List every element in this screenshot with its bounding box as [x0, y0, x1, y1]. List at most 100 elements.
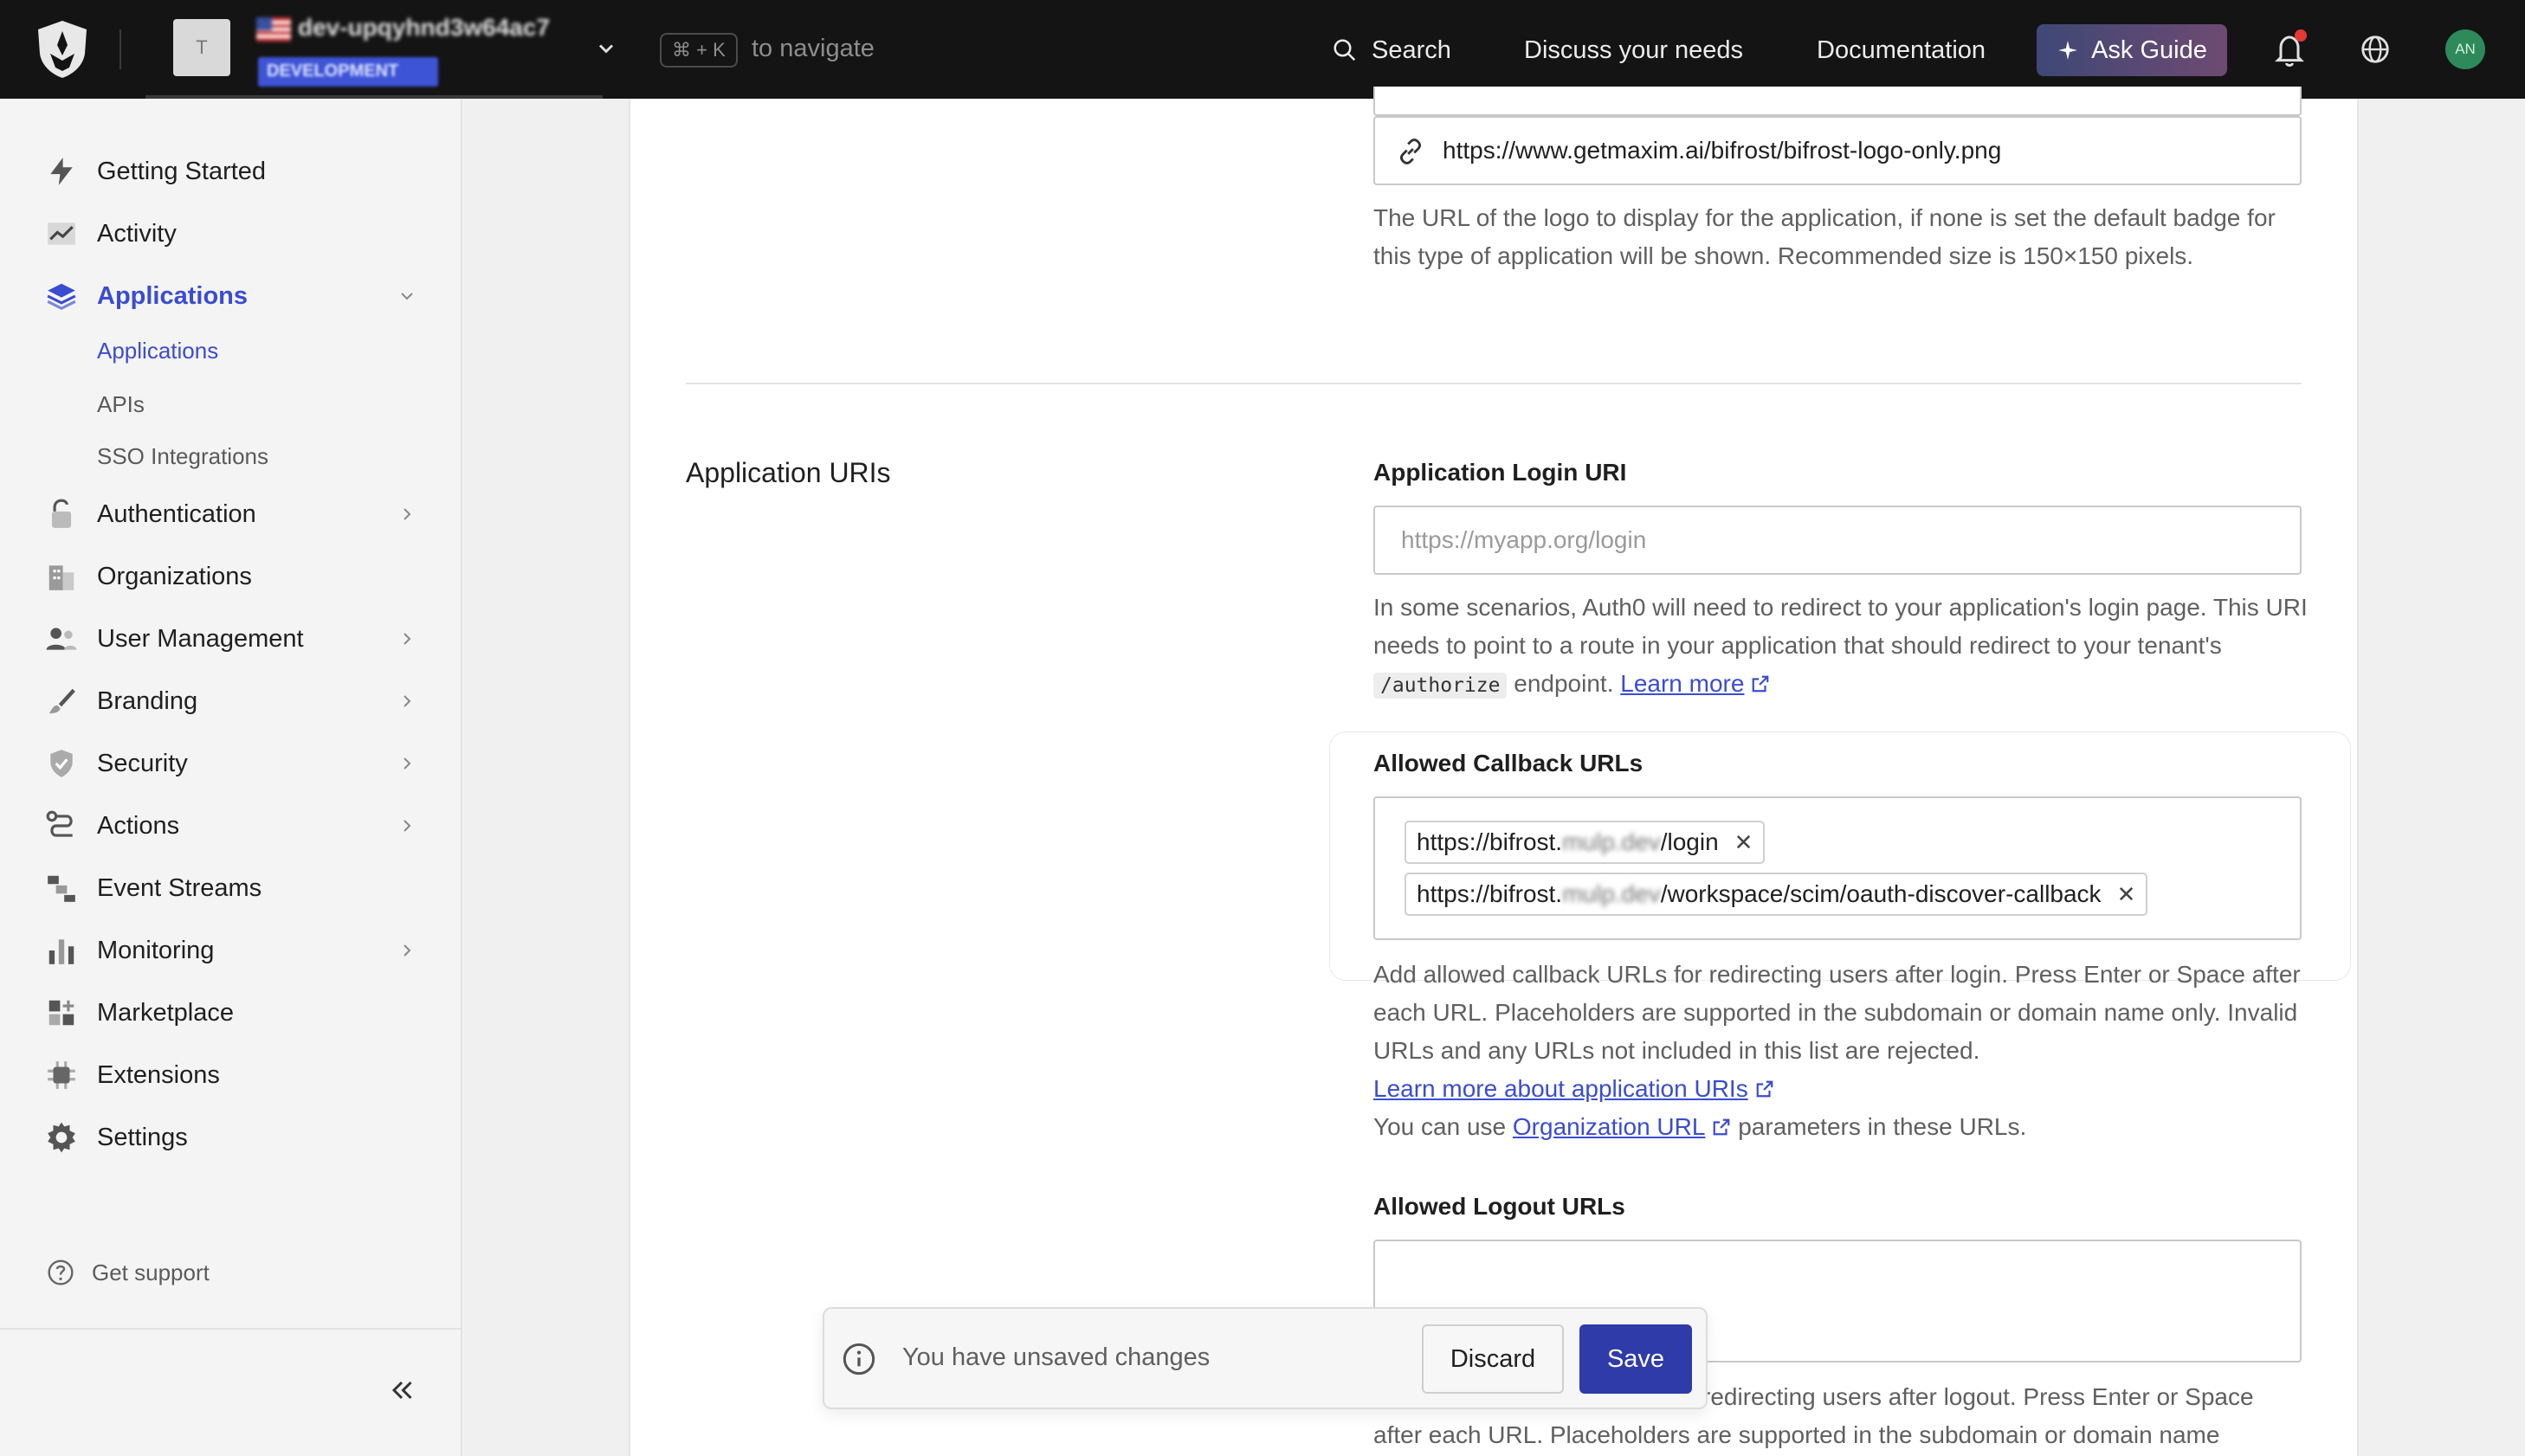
learn-more-uris-link[interactable]: Learn more about application URIs: [1373, 1075, 1774, 1102]
login-uri-placeholder: https://myapp.org/login: [1401, 526, 1647, 553]
login-help-text: In some scenarios, Auth0 will need to re…: [1373, 594, 2308, 659]
shortcut-label: to navigate: [752, 35, 875, 62]
flow-icon: [46, 810, 73, 837]
sidebar-item-label: Monitoring: [97, 936, 215, 964]
section-divider: [686, 383, 2302, 384]
sidebar-item-organizations[interactable]: Organizations: [0, 551, 462, 602]
logout-help-line1: redirecting users after logout. Press En…: [1702, 1383, 2254, 1410]
sidebar-item-applications[interactable]: Applications: [0, 270, 462, 322]
chevron-down-icon: [401, 293, 413, 300]
login-uri-label: Application Login URI: [1373, 459, 1627, 486]
chevron-down-icon[interactable]: [594, 36, 618, 61]
sidebar-divider: [0, 1328, 462, 1330]
discard-button[interactable]: Discard: [1422, 1324, 1564, 1394]
logo-url-field[interactable]: https://www.getmaxim.ai/bifrost/bifrost-…: [1373, 116, 2302, 185]
region-flag-icon: [256, 16, 291, 42]
sidebar-item-label: Settings: [97, 1123, 188, 1151]
lock-icon: [51, 499, 72, 528]
discuss-needs-link[interactable]: Discuss your needs: [1524, 31, 1743, 69]
chevron-right-icon: [404, 695, 411, 707]
callback-help-text: Add allowed callback URLs for redirectin…: [1373, 961, 2301, 1064]
user-avatar[interactable]: AN: [2445, 29, 2485, 69]
sidebar-item-label: Extensions: [97, 1060, 220, 1089]
chip-url-prefix: https://bifrost.: [1417, 828, 1563, 855]
learn-more-uris-label: Learn more about application URIs: [1373, 1075, 1748, 1102]
sidebar-item-extensions[interactable]: Extensions: [0, 1049, 462, 1101]
get-support-label: Get support: [92, 1259, 210, 1285]
sidebar-item-label: Event Streams: [97, 873, 262, 902]
sidebar-item-actions[interactable]: Actions: [0, 800, 462, 852]
sidebar-item-event-streams[interactable]: Event Streams: [0, 862, 462, 914]
chip-url-suffix: /login: [1660, 828, 1719, 855]
logo-url-value: https://www.getmaxim.ai/bifrost/bifrost-…: [1443, 137, 2002, 164]
sidebar-subitem-applications[interactable]: Applications: [97, 338, 218, 364]
chip-url-prefix: https://bifrost.: [1417, 880, 1563, 907]
sidebar-subitem-apis[interactable]: APIs: [97, 391, 145, 418]
sidebar: Getting Started Activity Applications Ap…: [0, 99, 462, 1456]
sidebar-item-getting-started[interactable]: Getting Started: [0, 145, 462, 197]
sidebar-item-label: Authentication: [97, 499, 256, 528]
chip-url-suffix: /workspace/scim/oauth-discover-callback: [1660, 880, 2102, 907]
tenant-avatar[interactable]: T: [173, 19, 230, 76]
callback-url-chip[interactable]: https://bifrost. mulp.dev/login ✕: [1405, 821, 1766, 864]
sidebar-item-settings[interactable]: Settings: [0, 1111, 462, 1163]
save-button[interactable]: Save: [1579, 1324, 1692, 1394]
globe-icon[interactable]: [2359, 33, 2392, 66]
external-link-icon: [1714, 1118, 1730, 1136]
chevron-right-icon: [404, 820, 411, 832]
notification-dot: [2295, 29, 2307, 42]
unsaved-message: You have unsaved changes: [902, 1343, 1211, 1371]
sidebar-item-authentication[interactable]: Authentication: [0, 488, 462, 540]
sidebar-item-label: Activity: [97, 219, 177, 248]
logo-help-text: The URL of the logo to display for the a…: [1373, 204, 2276, 269]
remove-chip-icon[interactable]: ✕: [2117, 881, 2136, 908]
sidebar-item-label: Branding: [97, 686, 198, 715]
callback-url-chip[interactable]: https://bifrost. mulp.dev/workspace/scim/…: [1405, 873, 2148, 916]
info-icon: [843, 1343, 875, 1375]
ask-guide-button[interactable]: Ask Guide: [2037, 24, 2227, 76]
organization-url-label: Organization URL: [1512, 1113, 1706, 1140]
remove-chip-icon[interactable]: ✕: [1734, 829, 1753, 856]
tenant-name-text: dev-upqyhnd3w64ac7: [298, 14, 550, 41]
get-support-link[interactable]: Get support: [47, 1259, 210, 1286]
login-uri-help: In some scenarios, Auth0 will need to re…: [1373, 589, 2309, 705]
search-button[interactable]: Search: [1332, 31, 1451, 69]
chip-url-blurred: mulp.dev: [1562, 880, 1661, 907]
auth0-logo-icon[interactable]: [35, 19, 90, 80]
callback-help: Add allowed callback URLs for redirectin…: [1373, 956, 2309, 1146]
organization-url-link[interactable]: Organization URL: [1513, 1113, 1732, 1140]
sidebar-item-label: Getting Started: [97, 157, 267, 185]
sidebar-item-label: Applications: [97, 281, 249, 310]
chevron-right-icon: [404, 757, 411, 770]
sidebar-item-label: Organizations: [97, 562, 252, 590]
documentation-link[interactable]: Documentation: [1817, 31, 1986, 69]
external-link-icon: [1756, 1080, 1773, 1098]
login-uri-input[interactable]: https://myapp.org/login: [1373, 506, 2302, 575]
sidebar-subitem-sso-integrations[interactable]: SSO Integrations: [97, 443, 268, 470]
bolt-icon: [50, 158, 73, 185]
external-link-icon: [1753, 675, 1769, 693]
building-icon: [48, 565, 74, 590]
sidebar-item-monitoring[interactable]: Monitoring: [0, 924, 462, 976]
collapse-sidebar-icon[interactable]: [386, 1375, 417, 1406]
sidebar-item-activity[interactable]: Activity: [0, 208, 462, 260]
sidebar-item-user-management[interactable]: User Management: [0, 613, 462, 665]
shortcut-key: ⌘ + K: [660, 33, 738, 68]
ask-guide-label: Ask Guide: [2091, 35, 2207, 64]
link-icon: [1399, 139, 1422, 164]
chevron-right-icon: [404, 944, 411, 957]
section-title: Application URIs: [686, 457, 891, 488]
tenant-name[interactable]: dev-upqyhnd3w64ac7: [256, 14, 585, 48]
callback-urls-label: Allowed Callback URLs: [1373, 750, 1644, 776]
sidebar-item-branding[interactable]: Branding: [0, 675, 462, 727]
sidebar-item-label: User Management: [97, 624, 304, 653]
sidebar-item-label: Security: [97, 749, 188, 777]
sidebar-item-marketplace[interactable]: Marketplace: [0, 987, 462, 1039]
bar-chart-icon: [48, 939, 74, 964]
sidebar-item-security[interactable]: Security: [0, 738, 462, 789]
help-circle-icon: [48, 1260, 74, 1285]
learn-more-link[interactable]: Learn more: [1620, 670, 1770, 697]
callback-urls-input[interactable]: [1373, 796, 2302, 940]
org-url-prefix: You can use: [1373, 1113, 1507, 1140]
top-bar: T dev-upqyhnd3w64ac7 DEVELOPMENT ⌘ + K t…: [0, 0, 2525, 99]
